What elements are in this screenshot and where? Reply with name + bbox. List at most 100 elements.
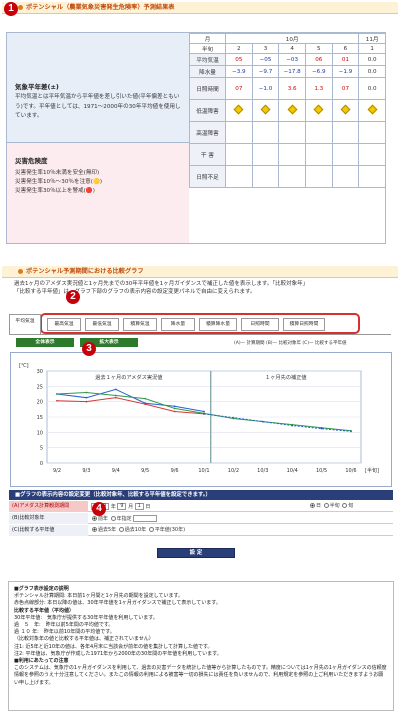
radio-30yr[interactable] <box>148 527 154 532</box>
data-point <box>350 430 352 433</box>
table-row: 降水量 −3.9 −9.7 −17.8 −6.9 −1.9 0.0 <box>189 65 386 78</box>
tab-max-temp[interactable]: 最高気温 <box>47 318 81 331</box>
granularity-controls: 日 半旬 旬 <box>309 503 353 510</box>
period-header: 半旬 <box>189 43 226 54</box>
value-cell: 0.0 <box>358 77 386 100</box>
caution-icon <box>367 104 378 115</box>
data-point <box>114 388 117 391</box>
x-tick-label: 9/2 <box>53 468 61 474</box>
value-cell: −9.7 <box>251 65 280 78</box>
year-specify-select[interactable] <box>133 515 158 522</box>
data-point <box>173 407 176 410</box>
value-cell: 07 <box>225 77 253 100</box>
data-point <box>56 399 58 402</box>
risk-line: 災害発生率10％未満を安全(無印) <box>15 170 100 176</box>
hazard-cell <box>278 99 306 122</box>
tab-baseline <box>9 334 391 335</box>
row-label: 干 害 <box>189 143 226 166</box>
table-row: 干 害 <box>189 143 386 166</box>
normal-label: (C)比較する平年値 <box>9 525 88 536</box>
caution-icon <box>287 104 298 115</box>
caution-icon <box>260 104 271 115</box>
apply-settings-button[interactable]: 設 定 <box>157 548 235 558</box>
day-select[interactable]: 1 <box>134 503 144 510</box>
tab-cum-precip[interactable]: 積算降水量 <box>199 318 237 331</box>
data-point <box>232 416 235 419</box>
data-point <box>173 405 176 408</box>
y-tick-label: 10 <box>37 430 43 436</box>
y-axis-label: [℃] <box>19 363 29 369</box>
x-tick-label: 10/1 <box>198 468 209 474</box>
tab-precip[interactable]: 降水量 <box>161 318 195 331</box>
data-point <box>144 402 147 405</box>
table-row: 高温障害 <box>189 121 386 144</box>
compare-year-controls: 前年 年指定 <box>91 515 158 523</box>
value-cell: −17.8 <box>278 65 306 78</box>
tab-cum-sunshine[interactable]: 積算日照時間 <box>283 318 325 331</box>
settings-row-period: (A)アメダス計算観測期間 2009 年 9 月 1 日 日 半旬 旬 <box>9 501 393 512</box>
intro-line: 過去1ヶ月のアメダス実況値と1ヶ月先までの30年平年値を1ヶ月ガイダンスで補正し… <box>14 281 309 287</box>
radio-prev-year[interactable] <box>92 516 97 521</box>
radio-10yr[interactable] <box>118 527 124 532</box>
normal-controls: 過去5年 過去10年 平年値(30年) <box>91 527 185 534</box>
tab-avg-temp[interactable]: 平均気温 <box>9 314 41 334</box>
chart-legend: (A)— 計算期間 (B)— 比較対象年 (C)— 比較する平年値 <box>234 341 347 346</box>
period-cell: 2 <box>225 43 253 54</box>
radio-label: 年指定 <box>116 516 132 522</box>
value-cell: −3.9 <box>225 65 253 78</box>
radio-dekad[interactable] <box>342 503 348 508</box>
period-cell: 1 <box>358 43 386 54</box>
day-unit: 日 <box>145 504 151 510</box>
bullet-icon <box>18 268 23 274</box>
weather-diff-text: 平均気温とは平年気温から平年値を差し引いた値(平年偏差ともいう)です。平年値とし… <box>15 94 181 119</box>
data-point <box>85 400 88 403</box>
y-tick-label: 0 <box>40 461 43 467</box>
value-cell: 05 <box>225 53 253 66</box>
x-tick-label: 9/5 <box>141 468 149 474</box>
value-cell: 1.3 <box>304 77 333 100</box>
forecast-legend-column: 気象平年差(±) 平均気温とは平年気温から平年値を差し引いた値(平年偏差ともいう… <box>7 33 189 243</box>
show-all-button[interactable]: 全体表示 <box>16 338 74 347</box>
table-row: 平均気温 05 −05 −03 06 01 0.0 <box>189 53 386 66</box>
bullet-icon <box>18 4 23 10</box>
table-row: 日照時間 07 −1.0 3.6 1.3 07 0.0 <box>189 77 386 100</box>
hazard-cell <box>358 99 386 122</box>
forecast-box: 気象平年差(±) 平均気温とは平年気温から平年値を差し引いた値(平年偏差ともいう… <box>6 32 386 244</box>
callout-marker-1: 1 <box>4 2 18 16</box>
forecast-table: 月 10月 11月 半旬 2 3 4 5 6 1 平均気温 05 −05 −03… <box>189 33 386 188</box>
y-tick-label: 5 <box>40 446 43 452</box>
data-point <box>56 393 58 395</box>
comparison-chart: 30 25 20 15 10 5 0 [℃] 9/2 9/3 9/4 9/5 9/6 10/1 10/2 10… <box>10 352 392 487</box>
callout-marker-3: 3 <box>82 342 96 356</box>
year-unit: 年 <box>110 504 116 510</box>
radio-specify-year[interactable] <box>110 516 116 521</box>
row-label: 平均気温 <box>189 53 226 66</box>
tab-cum-temp[interactable]: 積算気温 <box>123 318 157 331</box>
chart-title-forecast: １ヶ月先の補正値 <box>265 373 307 381</box>
month-select[interactable]: 9 <box>117 503 127 510</box>
hazard-cell <box>251 99 280 122</box>
radio-day[interactable] <box>310 503 315 508</box>
value-cell: −1.0 <box>251 77 280 100</box>
y-tick-label: 15 <box>37 415 43 421</box>
value-cell: −03 <box>278 53 306 66</box>
tab-sunshine[interactable]: 日照時間 <box>241 318 279 331</box>
radio-label: 過去5年 <box>98 527 117 533</box>
forecast-section: ポテンシャル（農業気象災害発生危険率）予測結果表 気象平年差(±) 平均気温とは… <box>2 2 398 246</box>
hazard-cell <box>225 99 253 122</box>
data-point <box>85 391 88 394</box>
radio-label: 日 <box>316 503 322 509</box>
data-point <box>144 397 147 400</box>
comparison-section: ポテンシャル予測期間における比較グラフ 過去1ヶ月のアメダス実況値と1ヶ月先まで… <box>2 266 398 714</box>
radio-pentad[interactable] <box>323 503 329 508</box>
radio-5yr[interactable] <box>92 527 97 532</box>
x-tick-label: 10/4 <box>287 468 298 474</box>
tab-min-temp[interactable]: 最低気温 <box>85 318 119 331</box>
table-row: 低温障害 <box>189 99 386 122</box>
row-label: 高温障害 <box>189 121 226 144</box>
y-tick-label: 30 <box>37 369 43 375</box>
risk-line: 災害発生率10％〜30％を注意(🟡) <box>15 179 103 185</box>
callout-marker-2: 2 <box>66 290 80 304</box>
period-label: (A)アメダス計算観測期間 <box>9 501 88 512</box>
notes-text: 30年平年値: 気象庁が提供する30年平年値を利用しています。 <box>14 614 158 621</box>
